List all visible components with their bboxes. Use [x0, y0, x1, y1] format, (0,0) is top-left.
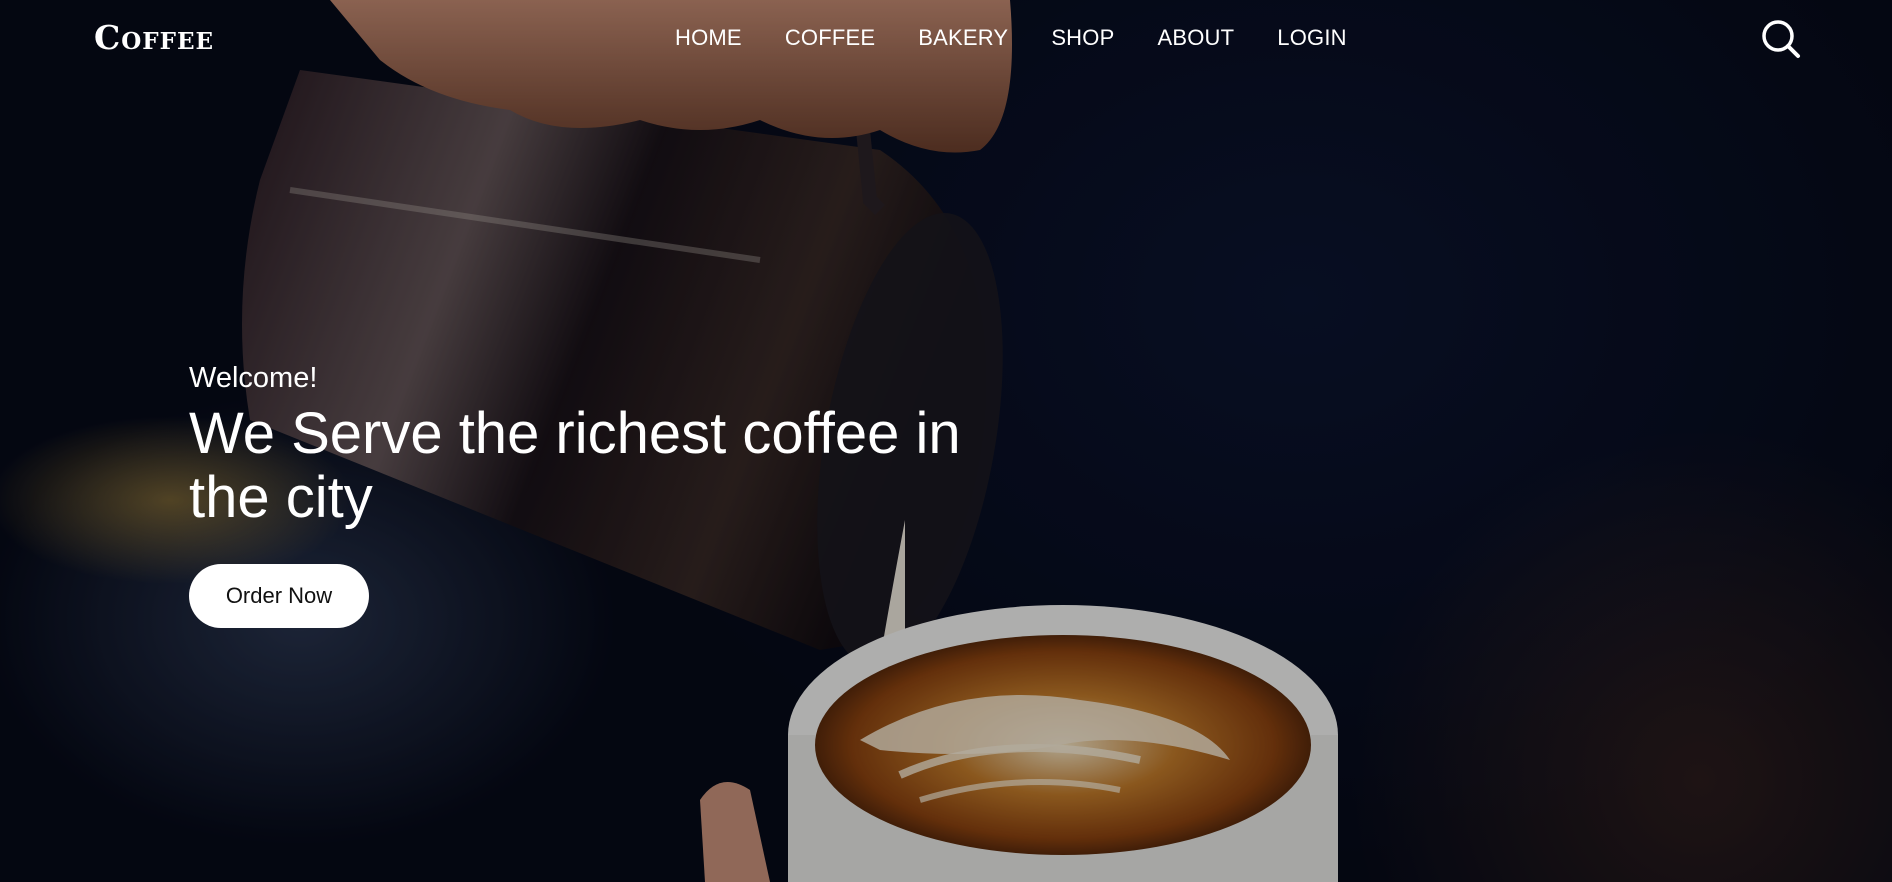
hero-headline: We Serve the richest coffee in the city [189, 401, 961, 530]
nav-login[interactable]: LOGIN [1277, 25, 1346, 51]
nav-shop[interactable]: SHOP [1051, 25, 1114, 51]
welcome-text: Welcome! [189, 362, 318, 394]
nav-home[interactable]: HOME [675, 25, 742, 51]
hero-section: Coffee HOME COFFEE BAKERY SHOP ABOUT LOG… [0, 0, 1892, 882]
logo[interactable]: Coffee [94, 18, 214, 57]
search-button[interactable] [1760, 18, 1802, 60]
order-now-button[interactable]: Order Now [189, 564, 369, 628]
nav-coffee[interactable]: COFFEE [785, 25, 875, 51]
nav-bakery[interactable]: BAKERY [918, 25, 1008, 51]
hero-content: Welcome! We Serve the richest coffee in … [189, 360, 989, 628]
site-header: Coffee HOME COFFEE BAKERY SHOP ABOUT LOG… [0, 0, 1892, 76]
nav-about[interactable]: ABOUT [1157, 25, 1234, 51]
main-nav: HOME COFFEE BAKERY SHOP ABOUT LOGIN [675, 25, 1390, 51]
search-icon [1762, 20, 1800, 58]
